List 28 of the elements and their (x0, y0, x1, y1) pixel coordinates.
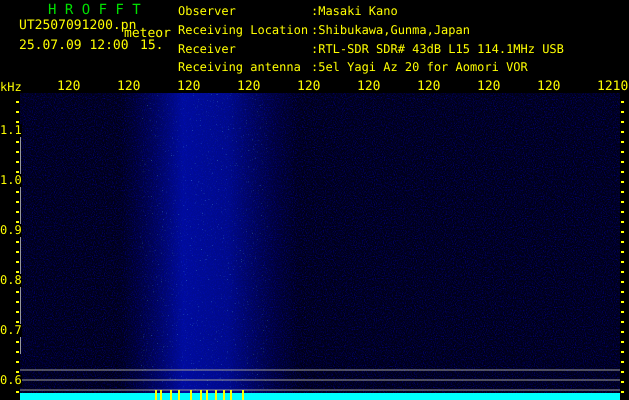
info-value: :Masaki Kano (311, 5, 399, 20)
app-title: H R O F F T (48, 3, 141, 18)
axis-tick-label: 0.8 (0, 274, 22, 287)
axis-tick-label: 120 (117, 80, 140, 93)
axis-tick-label: 1210 (597, 80, 628, 93)
axis-tick-label: 120 (237, 80, 260, 93)
info-value: :5el Yagi Az 20 for Aomori VOR (311, 61, 529, 76)
axis-tick-label: 0.9 (0, 224, 22, 237)
axis-tick-label: 0.6 (0, 374, 22, 387)
info-label: Receiver (178, 42, 237, 58)
info-label: Observer (178, 5, 237, 20)
axis-tick-label: 120 (57, 80, 80, 93)
axis-tick-label: 1.1 (0, 124, 22, 137)
axis-tick-label: 0.7 (0, 324, 22, 337)
axis-tick-label: 1.0 (0, 174, 22, 187)
info-value: :RTL-SDR SDR# 43dB L15 114.1MHz USB (311, 42, 564, 58)
count-value: 15. (140, 40, 164, 52)
axis-unit: kHz (0, 80, 22, 94)
axis-tick-label: 120 (477, 80, 500, 93)
axis-tick-label: 120 (297, 80, 320, 93)
info-label: Receiving antenna (178, 61, 302, 76)
info-value: :Shibukawa,Gunma,Japan (311, 24, 471, 39)
axis-tick-label: 120 (357, 80, 380, 93)
axis-tick-label: 120 (417, 80, 440, 93)
date-time: 25.07.09 12:00 (19, 40, 129, 52)
axis-tick-label: 120 (537, 80, 560, 93)
axis-tick-label: 120 (177, 80, 200, 93)
info-label: Receiving Location (178, 24, 310, 39)
